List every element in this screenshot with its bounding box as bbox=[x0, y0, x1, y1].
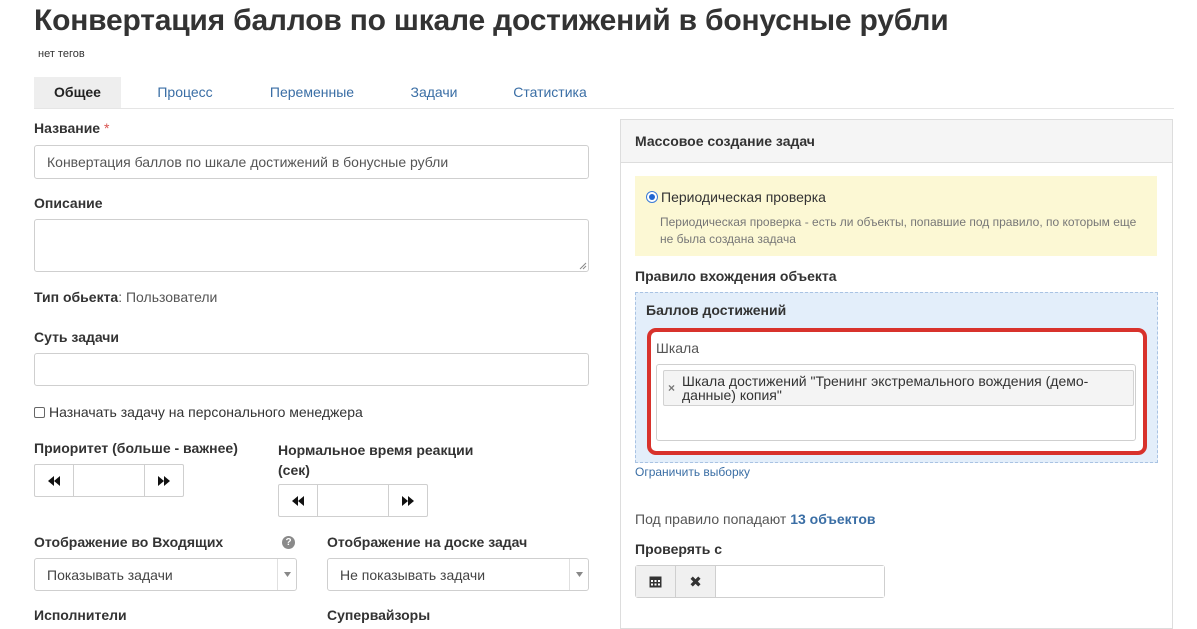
periodic-check-desc-line2: не была создана задача bbox=[660, 232, 796, 246]
condition-title: Баллов достижений bbox=[646, 302, 787, 318]
tags-label: нет тегов bbox=[38, 48, 85, 60]
periodic-check-radio[interactable] bbox=[646, 191, 658, 203]
tab-general[interactable]: Общее bbox=[34, 77, 121, 108]
check-from-input[interactable] bbox=[716, 566, 884, 597]
periodic-check-option[interactable]: Периодическая проверка bbox=[646, 189, 826, 205]
tab-process[interactable]: Процесс bbox=[138, 77, 232, 108]
board-display-value: Не показывать задачи bbox=[340, 566, 486, 583]
scale-chip[interactable]: × Шкала достижений "Тренинг экстремально… bbox=[663, 370, 1134, 406]
periodic-check-desc-line1: Периодическая проверка - есть ли объекты… bbox=[660, 215, 1137, 229]
periodic-check-description: Периодическая проверка - есть ли объекты… bbox=[660, 214, 1150, 248]
essence-input[interactable] bbox=[34, 353, 589, 386]
executors-label: Исполнители bbox=[34, 607, 127, 623]
inbox-display-value: Показывать задачи bbox=[47, 566, 173, 583]
chevron-down-icon[interactable] bbox=[277, 559, 296, 590]
reaction-time-label: Нормальное время реакции (сек) bbox=[278, 440, 473, 480]
inbox-display-label: Отображение во Входящих bbox=[34, 534, 224, 550]
object-type-value: : Пользователи bbox=[118, 289, 218, 305]
description-label: Описание bbox=[34, 195, 103, 211]
panel-title: Массовое создание задач bbox=[621, 120, 1172, 163]
calendar-button[interactable] bbox=[636, 566, 676, 597]
scale-chip-line1: Шкала достижений "Тренинг экстремального… bbox=[682, 373, 1089, 389]
tab-tasks[interactable]: Задачи bbox=[396, 77, 472, 108]
assign-manager-row[interactable]: Назначать задачу на персонального менедж… bbox=[34, 404, 363, 420]
double-left-icon bbox=[48, 475, 60, 486]
check-from-label: Проверять с bbox=[635, 541, 723, 557]
name-input-value: Конвертация баллов по шкале достижений в… bbox=[47, 154, 449, 170]
reaction-time-decrease-button[interactable] bbox=[279, 485, 317, 516]
scale-chip-text: Шкала достижений "Тренинг экстремального… bbox=[682, 374, 1112, 402]
check-from-date-group: ✖ bbox=[635, 565, 885, 598]
board-display-label: Отображение на доске задач bbox=[327, 534, 528, 550]
reaction-time-stepper[interactable] bbox=[278, 484, 428, 517]
clear-date-button[interactable]: ✖ bbox=[676, 566, 716, 597]
priority-decrease-button[interactable] bbox=[35, 465, 73, 496]
calendar-icon bbox=[649, 576, 662, 588]
name-input[interactable]: Конвертация баллов по шкале достижений в… bbox=[34, 145, 589, 179]
tab-statistics[interactable]: Статистика bbox=[500, 77, 600, 108]
name-label: Название * bbox=[34, 120, 109, 136]
assign-manager-label: Назначать задачу на персонального менедж… bbox=[49, 404, 363, 420]
board-display-select[interactable]: Не показывать задачи bbox=[327, 558, 589, 591]
page-title: Конвертация баллов по шкале достижений в… bbox=[34, 4, 949, 37]
close-icon[interactable]: × bbox=[668, 381, 675, 395]
priority-value-field[interactable] bbox=[73, 465, 145, 496]
resize-handle-icon[interactable] bbox=[579, 262, 587, 270]
priority-label: Приоритет (больше - важнее) bbox=[34, 440, 238, 456]
priority-increase-button[interactable] bbox=[145, 465, 183, 496]
double-right-icon bbox=[402, 495, 414, 506]
objects-prefix: Под правило попадают bbox=[635, 511, 787, 527]
objects-count-row: Под правило попадают 13 объектов bbox=[635, 511, 876, 527]
object-type-row: Тип обьекта: Пользователи bbox=[34, 289, 217, 307]
reaction-time-value-field[interactable] bbox=[317, 485, 389, 516]
priority-stepper[interactable] bbox=[34, 464, 184, 497]
tab-bar: Общее Процесс Переменные Задачи Статисти… bbox=[34, 77, 1174, 109]
limit-selection-link[interactable]: Ограничить выборку bbox=[635, 465, 750, 479]
help-icon[interactable]: ? bbox=[282, 536, 295, 549]
reaction-time-label-line1: Нормальное время реакции bbox=[278, 442, 474, 458]
description-textarea[interactable] bbox=[34, 219, 589, 272]
supervisors-label: Супервайзоры bbox=[327, 607, 431, 623]
essence-label: Суть задачи bbox=[34, 329, 120, 345]
periodic-check-label: Периодическая проверка bbox=[661, 189, 826, 205]
rule-label: Правило вхождения объекта bbox=[635, 268, 837, 284]
reaction-time-increase-button[interactable] bbox=[389, 485, 427, 516]
scale-label: Шкала bbox=[656, 340, 700, 356]
inbox-display-select[interactable]: Показывать задачи bbox=[34, 558, 297, 591]
double-left-icon bbox=[292, 495, 304, 506]
object-type-label: Тип обьекта bbox=[34, 289, 119, 305]
scale-chip-line2: данные) копия" bbox=[682, 387, 782, 403]
required-mark: * bbox=[103, 120, 110, 136]
tab-variables[interactable]: Переменные bbox=[256, 77, 368, 108]
name-label-text: Название bbox=[34, 120, 101, 136]
assign-manager-checkbox[interactable] bbox=[34, 406, 45, 418]
close-icon: ✖ bbox=[689, 573, 702, 591]
objects-count-link[interactable]: 13 объектов bbox=[790, 511, 875, 527]
reaction-time-label-line2: (сек) bbox=[278, 462, 310, 478]
double-right-icon bbox=[158, 475, 170, 486]
chevron-down-icon[interactable] bbox=[569, 559, 588, 590]
